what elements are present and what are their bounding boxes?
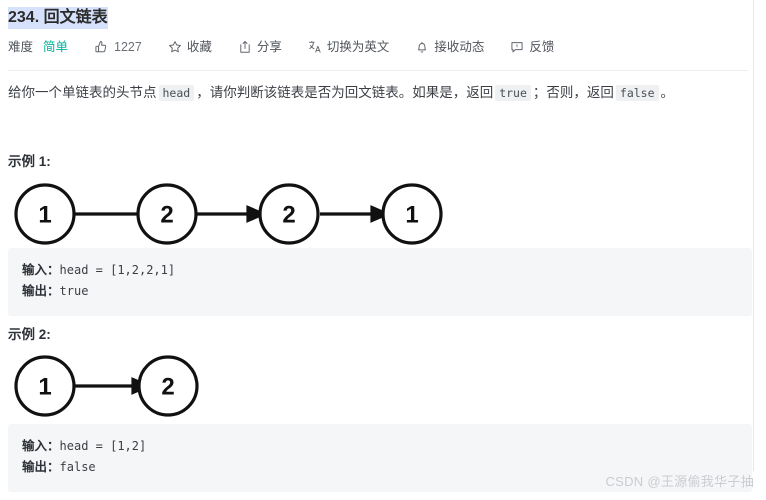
share-icon xyxy=(238,40,252,54)
difficulty-label: 难度 xyxy=(8,40,34,54)
inline-code-head: head xyxy=(158,85,195,101)
example-1-output-line: 输出：true xyxy=(22,281,738,302)
node-value: 2 xyxy=(160,202,173,229)
description-part-4: 。 xyxy=(660,85,675,100)
description-part-1: 给你一个单链表的头节点 xyxy=(8,85,157,100)
translate-label: 切换为英文 xyxy=(326,40,390,54)
page-title-row: 234. 回文链表 xyxy=(8,7,108,31)
page-title: 234. 回文链表 xyxy=(8,7,108,29)
input-value: head = [1,2,2,1] xyxy=(59,263,176,277)
example-1-diagram: 1 2 2 1 xyxy=(8,178,478,250)
example-1-title: 示例 1: xyxy=(8,154,51,169)
feedback-label: 反馈 xyxy=(529,40,555,54)
favorite-label: 收藏 xyxy=(186,40,212,54)
description-part-2: ，请你判断该链表是否为回文链表。如果是，返回 xyxy=(196,85,494,100)
header-divider xyxy=(8,70,748,71)
problem-page: 234. 回文链表 难度 简单 1227 收藏 分享 切换为英文 接收动态 反馈… xyxy=(0,0,766,500)
translate-button[interactable]: 切换为英文 xyxy=(308,39,390,55)
inline-code-true: true xyxy=(495,85,531,101)
difficulty-value: 简单 xyxy=(43,40,69,54)
description-part-3: ；否则，返回 xyxy=(532,85,614,100)
example-1-code-block: 输入：head = [1,2,2,1] 输出：true xyxy=(8,248,752,316)
feedback-icon xyxy=(510,40,524,54)
bell-icon xyxy=(415,40,429,54)
inline-code-false: false xyxy=(615,85,659,101)
translate-icon xyxy=(308,40,322,54)
example-2-input-line: 输入：head = [1,2] xyxy=(22,436,738,457)
node-value: 2 xyxy=(161,374,174,401)
share-label: 分享 xyxy=(256,40,282,54)
node-value: 1 xyxy=(405,202,418,229)
favorite-button[interactable]: 收藏 xyxy=(168,39,212,55)
example-2-title: 示例 2: xyxy=(8,327,51,342)
output-label: 输出： xyxy=(22,460,60,474)
difficulty-indicator: 难度 简单 xyxy=(8,39,68,55)
node-value: 1 xyxy=(38,374,51,401)
output-label: 输出： xyxy=(22,284,60,298)
problem-content: 234. 回文链表 难度 简单 1227 收藏 分享 切换为英文 接收动态 反馈… xyxy=(0,0,753,500)
like-button[interactable]: 1227 xyxy=(94,39,142,55)
input-value: head = [1,2] xyxy=(59,439,147,453)
like-count: 1227 xyxy=(114,40,142,54)
subscribe-label: 接收动态 xyxy=(434,40,485,54)
input-label: 输入： xyxy=(22,439,60,453)
example-2-diagram: 1 2 xyxy=(8,350,238,422)
output-value: false xyxy=(59,460,96,474)
share-button[interactable]: 分享 xyxy=(238,39,282,55)
feedback-button[interactable]: 反馈 xyxy=(510,39,554,55)
input-label: 输入： xyxy=(22,263,60,277)
problem-description: 给你一个单链表的头节点 head ，请你判断该链表是否为回文链表。如果是，返回 tru… xyxy=(8,82,748,104)
subscribe-button[interactable]: 接收动态 xyxy=(415,39,484,55)
star-icon xyxy=(168,40,182,54)
thumbs-up-icon xyxy=(94,40,108,54)
problem-toolbar: 难度 简单 1227 收藏 分享 切换为英文 接收动态 反馈 xyxy=(8,36,554,58)
node-value: 1 xyxy=(38,202,51,229)
example-1-input-line: 输入：head = [1,2,2,1] xyxy=(22,260,738,281)
node-value: 2 xyxy=(282,202,295,229)
content-right-border xyxy=(753,0,754,471)
output-value: true xyxy=(59,284,89,298)
csdn-watermark: CSDN @王源偷我华子抽 xyxy=(605,474,754,489)
